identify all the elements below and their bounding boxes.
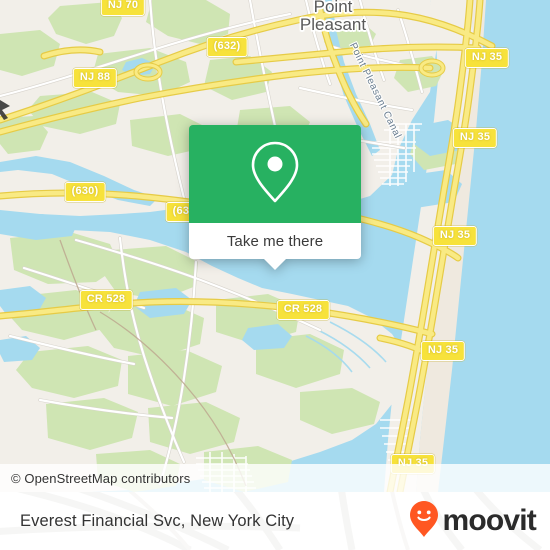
shield-630[interactable]: (630) (64, 182, 106, 202)
moovit-wordmark: moovit (442, 504, 536, 537)
moovit-smiley-pin-icon (409, 500, 439, 543)
map-attribution-bar: © OpenStreetMap contributors (0, 464, 550, 492)
shield-nj-35-north[interactable]: NJ 35 (464, 48, 510, 68)
location-title: Everest Financial Svc, New York City (20, 511, 295, 530)
shield-nj-88[interactable]: NJ 88 (72, 68, 118, 88)
map-canvas[interactable]: Point Pleasant Point Pleasant Canal NJ 7… (0, 0, 550, 492)
moovit-logo[interactable]: moovit (409, 492, 537, 550)
location-popup[interactable]: Take me there (189, 125, 361, 270)
shield-cr-528-west[interactable]: CR 528 (79, 290, 133, 310)
shield-632[interactable]: (632) (206, 37, 248, 57)
osm-attribution-text[interactable]: © OpenStreetMap contributors (0, 471, 190, 486)
shield-nj-35-mid2[interactable]: NJ 35 (432, 226, 478, 246)
take-me-there-button[interactable]: Take me there (189, 223, 361, 259)
shield-nj-35-mid[interactable]: NJ 35 (452, 128, 498, 148)
take-me-there-label: Take me there (226, 232, 324, 250)
bottom-info-bar: Everest Financial Svc, New York City moo… (0, 492, 550, 550)
popup-header (189, 125, 361, 223)
map-pin-icon (247, 138, 303, 211)
shield-cr-528-east[interactable]: CR 528 (276, 300, 330, 320)
moovit-map-screen: Point Pleasant Point Pleasant Canal NJ 7… (0, 0, 550, 550)
popup-tail (264, 259, 286, 270)
shield-nj-70[interactable]: NJ 70 (100, 0, 146, 16)
shield-nj-35-south[interactable]: NJ 35 (420, 341, 466, 361)
